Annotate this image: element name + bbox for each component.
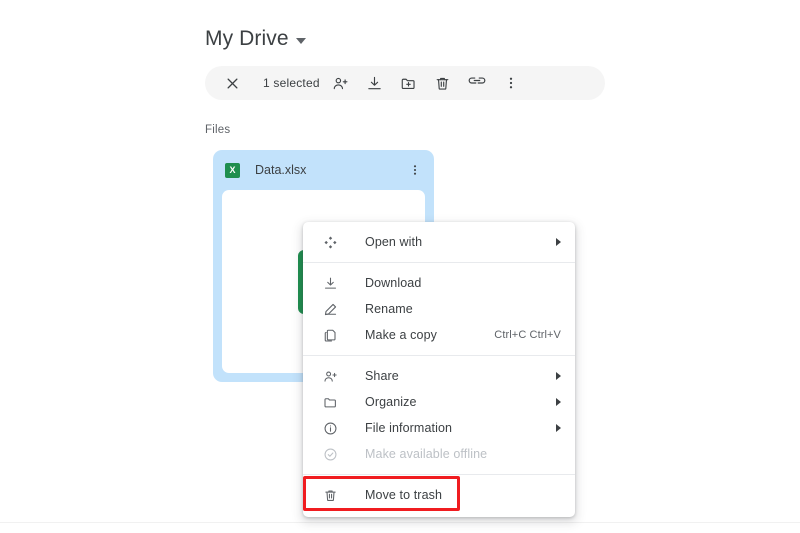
menu-item-label: Share — [365, 369, 399, 383]
file-card-header: X Data.xlsx — [213, 150, 434, 190]
page-title: My Drive — [205, 27, 289, 50]
context-menu-group: Download Rename Make a copy Ctrl+C Ctrl+… — [303, 262, 575, 355]
toolbar-share-button[interactable] — [326, 68, 356, 98]
menu-item-label: Organize — [365, 395, 417, 409]
menu-item-share[interactable]: Share — [303, 363, 575, 389]
menu-item-move-to-trash[interactable]: Move to trash — [303, 482, 575, 508]
download-icon — [321, 274, 339, 292]
menu-item-label: Move to trash — [365, 488, 443, 502]
menu-item-organize[interactable]: Organize — [303, 389, 575, 415]
file-context-menu: Open with Download Rename Make a copy Ct… — [303, 222, 575, 517]
toolbar-trash-button[interactable] — [428, 68, 458, 98]
file-card-more-vertical-icon[interactable] — [404, 159, 426, 181]
excel-icon: X — [225, 162, 240, 178]
toolbar-more-actions-button[interactable] — [496, 68, 526, 98]
folder-icon — [321, 393, 339, 411]
page-bottom-divider — [0, 522, 800, 523]
chevron-down-icon — [295, 38, 306, 44]
menu-item-label: Make a copy — [365, 328, 437, 342]
menu-item-shortcut: Ctrl+C Ctrl+V — [494, 329, 561, 341]
toolbar-get-link-button[interactable] — [462, 68, 492, 98]
breadcrumb-my-drive[interactable]: My Drive — [205, 26, 306, 52]
submenu-arrow-icon — [556, 238, 561, 246]
menu-item-download[interactable]: Download — [303, 270, 575, 296]
menu-item-make-a-copy[interactable]: Make a copy Ctrl+C Ctrl+V — [303, 322, 575, 348]
submenu-arrow-icon — [556, 398, 561, 406]
offline-pin-icon — [321, 445, 339, 463]
toolbar-move-to-folder-button[interactable] — [394, 68, 424, 98]
context-menu-group: Share Organize File information Make ava… — [303, 355, 575, 474]
drive-page: My Drive 1 selected Files X Data.xlsx Op… — [0, 0, 800, 533]
toolbar-download-button[interactable] — [360, 68, 390, 98]
trash-icon — [321, 486, 339, 504]
pencil-icon — [321, 300, 339, 318]
menu-item-label: Make available offline — [365, 447, 488, 461]
open-with-icon — [321, 233, 339, 251]
menu-item-file-information[interactable]: File information — [303, 415, 575, 441]
submenu-arrow-icon — [556, 424, 561, 432]
menu-item-rename[interactable]: Rename — [303, 296, 575, 322]
excel-icon-letter: X — [229, 164, 236, 175]
info-circle-icon — [321, 419, 339, 437]
person-add-icon — [321, 367, 339, 385]
files-section-label: Files — [205, 124, 231, 136]
context-menu-group: Move to trash — [303, 474, 575, 517]
clear-selection-button[interactable] — [217, 68, 247, 98]
menu-item-label: File information — [365, 421, 453, 435]
menu-item-make-available-offline: Make available offline — [303, 441, 575, 467]
selection-toolbar: 1 selected — [205, 66, 605, 100]
context-menu-group: Open with — [303, 229, 575, 262]
copy-icon — [321, 326, 339, 344]
submenu-arrow-icon — [556, 372, 561, 380]
file-card-name: Data.xlsx — [255, 163, 307, 177]
selection-count-label: 1 selected — [263, 76, 320, 90]
menu-item-label: Open with — [365, 235, 423, 249]
menu-item-open-with[interactable]: Open with — [303, 229, 575, 255]
menu-item-label: Rename — [365, 302, 413, 316]
menu-item-label: Download — [365, 276, 422, 290]
